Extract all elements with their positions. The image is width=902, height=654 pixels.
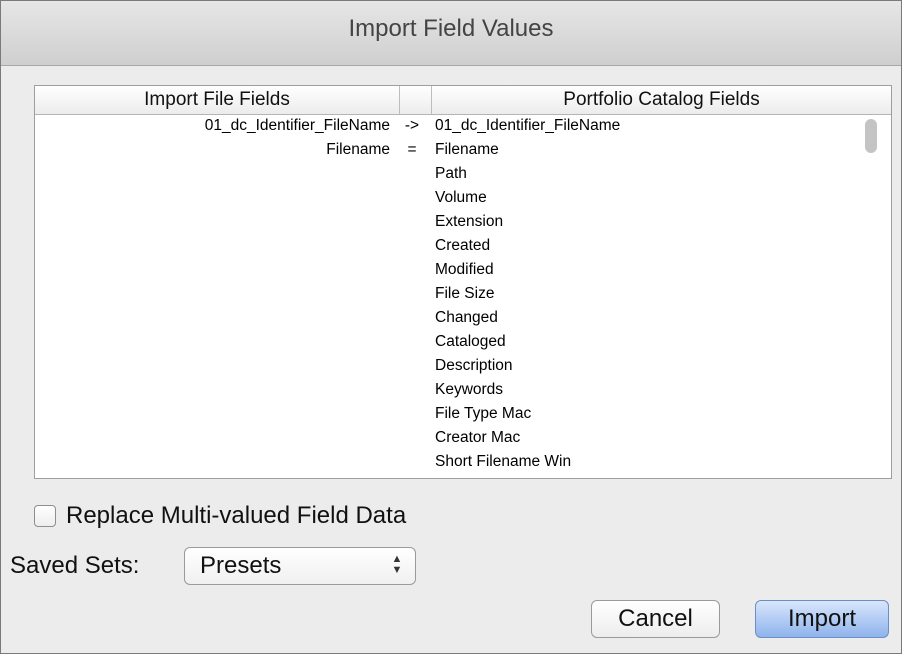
table-row[interactable]: File Size: [35, 282, 891, 306]
catalog-field-cell: Modified: [435, 261, 494, 278]
catalog-field-cell: Extension: [435, 213, 504, 230]
catalog-field-cell: Volume: [435, 189, 487, 206]
table-row[interactable]: Modified: [35, 258, 891, 282]
import-field-values-dialog: Import Field Values Import File Fields P…: [0, 0, 902, 654]
table-row[interactable]: Keywords: [35, 378, 891, 402]
saved-sets-value: Presets: [200, 552, 282, 579]
dialog-title: Import Field Values: [348, 15, 554, 42]
table-row[interactable]: Filename = Filename: [35, 138, 891, 162]
catalog-field-cell: Filename: [435, 141, 499, 158]
table-row[interactable]: Extension: [35, 210, 891, 234]
mapping-operator-cell: =: [407, 141, 417, 158]
table-row[interactable]: File Type Mac: [35, 402, 891, 426]
cancel-button[interactable]: Cancel: [591, 600, 720, 638]
catalog-field-cell: File Size: [435, 285, 495, 302]
saved-sets-label: Saved Sets:: [10, 552, 140, 579]
field-mapping-table: Import File Fields Portfolio Catalog Fie…: [34, 85, 892, 479]
mapping-list[interactable]: 01_dc_Identifier_FileName -> 01_dc_Identif…: [35, 115, 891, 477]
column-header-import-file-fields[interactable]: Import File Fields: [35, 86, 400, 114]
table-row[interactable]: Path: [35, 162, 891, 186]
replace-multi-valued-checkbox[interactable]: [34, 505, 56, 527]
saved-sets-select[interactable]: Presets ▲ ▼: [184, 547, 416, 585]
catalog-field-cell: Description: [435, 357, 513, 374]
column-header-operator[interactable]: [400, 86, 432, 114]
import-field-cell: 01_dc_Identifier_FileName: [204, 117, 390, 134]
catalog-field-cell: 01_dc_Identifier_FileName: [435, 117, 621, 134]
import-field-cell: Filename: [326, 141, 390, 158]
table-row[interactable]: Description: [35, 354, 891, 378]
catalog-field-cell: Short Filename Win: [435, 453, 572, 470]
replace-multi-valued-label[interactable]: Replace Multi-valued Field Data: [66, 500, 406, 532]
table-header: Import File Fields Portfolio Catalog Fie…: [35, 86, 891, 115]
table-row[interactable]: Short Filename Win: [35, 450, 891, 474]
table-row[interactable]: Changed: [35, 306, 891, 330]
mapping-operator-cell: ->: [404, 117, 420, 134]
vertical-scrollbar[interactable]: [865, 119, 877, 153]
catalog-field-cell: Keywords: [435, 381, 504, 398]
table-row[interactable]: Creator Mac: [35, 426, 891, 450]
table-row[interactable]: 01_dc_Identifier_FileName -> 01_dc_Identif…: [35, 115, 891, 138]
column-header-portfolio-catalog-fields[interactable]: Portfolio Catalog Fields: [432, 86, 891, 114]
table-row[interactable]: Created: [35, 234, 891, 258]
table-row[interactable]: Volume: [35, 186, 891, 210]
table-row[interactable]: Cataloged: [35, 330, 891, 354]
import-button[interactable]: Import: [755, 600, 889, 638]
catalog-field-cell: File Type Mac: [435, 405, 532, 422]
catalog-field-cell: Changed: [435, 309, 498, 326]
catalog-field-cell: Cataloged: [435, 333, 506, 350]
catalog-field-cell: Path: [435, 165, 467, 182]
updown-chevron-icon: ▲ ▼: [391, 553, 403, 576]
catalog-field-cell: Creator Mac: [435, 429, 521, 446]
catalog-field-cell: Created: [435, 237, 491, 254]
title-bar[interactable]: Import Field Values: [1, 1, 901, 66]
